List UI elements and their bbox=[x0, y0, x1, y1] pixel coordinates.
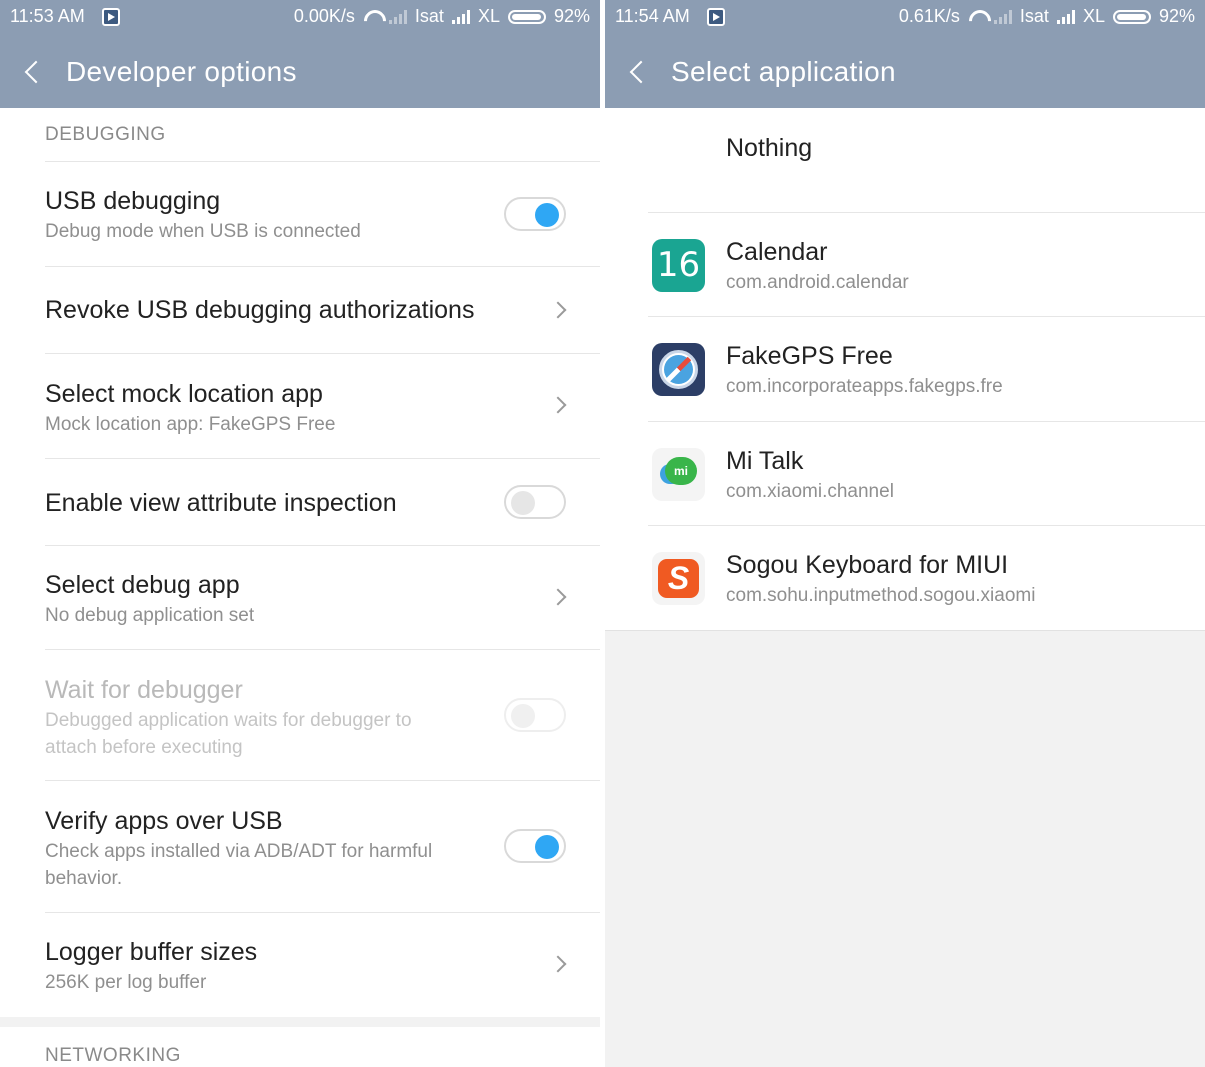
chevron-right-icon bbox=[549, 588, 567, 606]
setting-subtitle: Debug mode when USB is connected bbox=[45, 221, 361, 242]
page-title: Select application bbox=[671, 56, 896, 87]
page-title: Developer options bbox=[66, 56, 297, 87]
application-list: Nothing 16 Calendar com.android.calendar… bbox=[605, 108, 1205, 631]
section-gap bbox=[0, 1017, 600, 1027]
status-time: 11:54 AM bbox=[615, 6, 690, 26]
status-bar: 11:54 AM 0.61K/s Isat XL 92% bbox=[615, 6, 1195, 30]
setting-title: Wait for debugger bbox=[45, 676, 243, 704]
app-name: Mi Talk bbox=[726, 447, 804, 475]
sogou-icon: S bbox=[652, 552, 705, 605]
app-package: com.android.calendar bbox=[726, 272, 909, 293]
mi-talk-icon: mi bbox=[652, 448, 705, 501]
carrier-1: Isat bbox=[414, 6, 444, 26]
app-header: 11:54 AM 0.61K/s Isat XL 92% Select appl… bbox=[605, 0, 1205, 108]
setting-title: Select debug app bbox=[45, 571, 240, 599]
setting-title: Select mock location app bbox=[45, 380, 323, 408]
status-indicators: 0.00K/s Isat XL 92% bbox=[294, 6, 590, 27]
setting-title: Verify apps over USB bbox=[45, 807, 283, 835]
back-arrow-icon[interactable] bbox=[629, 54, 647, 90]
app-package: com.xiaomi.channel bbox=[726, 481, 894, 502]
wait-for-debugger-toggle bbox=[504, 698, 566, 732]
view-attribute-toggle[interactable] bbox=[504, 485, 566, 519]
app-name: FakeGPS Free bbox=[726, 342, 893, 370]
wifi-icon bbox=[968, 10, 986, 24]
list-item-nothing[interactable]: Nothing bbox=[605, 108, 1205, 213]
setting-subtitle-line1: Check apps installed via ADB/ADT for har… bbox=[45, 841, 433, 862]
setting-debug-app[interactable]: Select debug app No debug application se… bbox=[45, 546, 600, 650]
setting-view-attribute-inspection[interactable]: Enable view attribute inspection bbox=[45, 459, 600, 546]
verify-apps-toggle[interactable] bbox=[504, 829, 566, 863]
carrier-2: XL bbox=[477, 6, 500, 26]
setting-logger-buffer-sizes[interactable]: Logger buffer sizes 256K per log buffer bbox=[45, 913, 600, 1017]
wifi-icon bbox=[363, 10, 381, 24]
play-store-notification-icon bbox=[102, 8, 120, 26]
list-item-sogou-keyboard[interactable]: S Sogou Keyboard for MIUI com.sohu.input… bbox=[605, 526, 1205, 631]
setting-subtitle-line2: attach before executing bbox=[45, 737, 243, 758]
select-application-screen: 11:54 AM 0.61K/s Isat XL 92% Select appl… bbox=[605, 0, 1205, 1067]
compass-icon bbox=[652, 343, 705, 396]
setting-subtitle-line1: Debugged application waits for debugger … bbox=[45, 710, 412, 731]
status-indicators: 0.61K/s Isat XL 92% bbox=[899, 6, 1195, 27]
signal-icon bbox=[451, 9, 470, 24]
app-package: com.sohu.inputmethod.sogou.xiaomi bbox=[726, 585, 1036, 606]
list-item-mi-talk[interactable]: mi Mi Talk com.xiaomi.channel bbox=[605, 422, 1205, 526]
app-name: Sogou Keyboard for MIUI bbox=[726, 551, 1009, 579]
setting-title: Revoke USB debugging authorizations bbox=[45, 296, 475, 324]
setting-subtitle: 256K per log buffer bbox=[45, 972, 207, 993]
list-item-calendar[interactable]: 16 Calendar com.android.calendar bbox=[605, 213, 1205, 317]
network-speed: 0.61K/s bbox=[898, 6, 960, 26]
title-bar: Developer options bbox=[24, 54, 297, 90]
setting-title: USB debugging bbox=[45, 187, 221, 215]
signal-icon bbox=[1056, 9, 1075, 24]
status-time: 11:53 AM bbox=[10, 6, 85, 26]
chevron-right-icon bbox=[549, 955, 567, 973]
developer-options-screen: 11:53 AM 0.00K/s Isat XL 92% Developer o… bbox=[0, 0, 600, 1067]
title-bar: Select application bbox=[629, 54, 896, 90]
section-header-networking: NETWORKING bbox=[45, 1045, 181, 1066]
setting-mock-location-app[interactable]: Select mock location app Mock location a… bbox=[45, 354, 600, 459]
setting-subtitle: No debug application set bbox=[45, 605, 255, 626]
carrier-1: Isat bbox=[1019, 6, 1049, 26]
battery-percent: 92% bbox=[1158, 6, 1195, 26]
status-bar: 11:53 AM 0.00K/s Isat XL 92% bbox=[10, 6, 590, 30]
play-store-notification-icon bbox=[707, 8, 725, 26]
signal-weak-icon bbox=[388, 9, 407, 24]
battery-icon bbox=[1112, 9, 1151, 24]
setting-verify-apps-usb[interactable]: Verify apps over USB Check apps installe… bbox=[45, 781, 600, 913]
carrier-2: XL bbox=[1082, 6, 1105, 26]
setting-revoke-usb-authorizations[interactable]: Revoke USB debugging authorizations bbox=[45, 267, 600, 354]
battery-percent: 92% bbox=[553, 6, 590, 26]
calendar-icon: 16 bbox=[652, 239, 705, 292]
usb-debugging-toggle[interactable] bbox=[504, 197, 566, 231]
network-speed: 0.00K/s bbox=[293, 6, 355, 26]
setting-subtitle-line2: behavior. bbox=[45, 868, 123, 889]
app-name: Calendar bbox=[726, 238, 828, 266]
battery-icon bbox=[507, 9, 546, 24]
setting-title: Logger buffer sizes bbox=[45, 938, 258, 966]
signal-weak-icon bbox=[993, 9, 1012, 24]
setting-usb-debugging[interactable]: USB debugging Debug mode when USB is con… bbox=[45, 162, 600, 267]
setting-subtitle: Mock location app: FakeGPS Free bbox=[45, 414, 336, 435]
back-arrow-icon[interactable] bbox=[24, 54, 42, 90]
list-item-fakegps[interactable]: FakeGPS Free com.incorporateapps.fakegps… bbox=[605, 317, 1205, 422]
section-header-debugging: DEBUGGING bbox=[45, 124, 166, 145]
setting-title: Enable view attribute inspection bbox=[45, 489, 397, 517]
app-package: com.incorporateapps.fakegps.fre bbox=[726, 376, 1003, 397]
setting-wait-for-debugger: Wait for debugger Debugged application w… bbox=[45, 650, 600, 781]
chevron-right-icon bbox=[549, 396, 567, 414]
app-header: 11:53 AM 0.00K/s Isat XL 92% Developer o… bbox=[0, 0, 600, 108]
chevron-right-icon bbox=[549, 301, 567, 319]
option-label: Nothing bbox=[726, 134, 813, 162]
